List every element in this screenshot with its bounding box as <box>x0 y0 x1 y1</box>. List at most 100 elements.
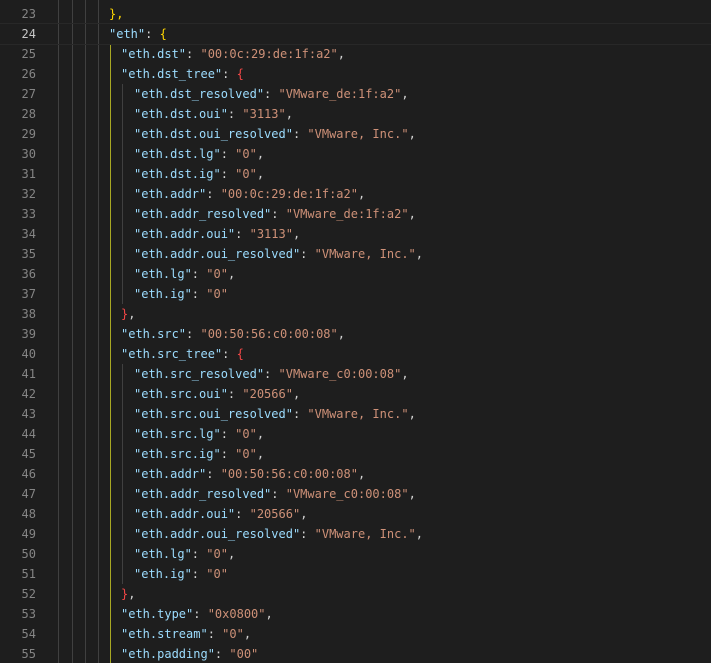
json-string: "00:50:56:c0:00:08" <box>220 467 358 481</box>
json-key: "eth.src.oui_resolved" <box>134 407 293 421</box>
line-number: 27 <box>21 87 36 101</box>
json-punctuation: : <box>222 347 237 361</box>
line-number: 51 <box>21 567 36 581</box>
json-punctuation: , <box>256 167 265 181</box>
code-text: "eth.src.ig": "0", <box>134 444 264 464</box>
line-number: 23 <box>21 7 36 21</box>
json-string: "VMware_c0:00:08" <box>285 487 409 501</box>
json-string: "0" <box>206 567 228 581</box>
json-string: "0" <box>206 547 228 561</box>
code-line[interactable]: 49 "eth.addr.oui_resolved": "VMware, Inc.… <box>0 524 711 544</box>
code-line[interactable]: 47 "eth.addr_resolved": "VMware_c0:00:08"… <box>0 484 711 504</box>
line-number: 44 <box>21 427 36 441</box>
json-key: "eth.addr" <box>134 187 207 201</box>
code-line[interactable]: 28 "eth.dst.oui": "3113", <box>0 104 711 124</box>
code-line[interactable]: 25 "eth.dst": "00:0c:29:de:1f:a2", <box>0 44 711 64</box>
json-punctuation: { <box>236 347 244 361</box>
code-line[interactable]: 24 "eth": { <box>0 23 711 45</box>
json-punctuation: : <box>292 127 308 141</box>
code-line[interactable]: 27 "eth.dst_resolved": "VMware_de:1f:a2", <box>0 84 711 104</box>
json-punctuation: : <box>220 427 236 441</box>
code-line[interactable]: 46 "eth.addr": "00:50:56:c0:00:08", <box>0 464 711 484</box>
code-line[interactable]: 50 "eth.lg": "0", <box>0 544 711 564</box>
code-line[interactable]: 35 "eth.addr.oui_resolved": "VMware, Inc.… <box>0 244 711 264</box>
json-punctuation: : <box>264 87 279 101</box>
code-line[interactable]: 31 "eth.dst.ig": "0", <box>0 164 711 184</box>
code-text: "eth.addr_resolved": "VMware_c0:00:08", <box>134 484 416 504</box>
code-text: "eth.addr.oui": "20566", <box>134 504 307 524</box>
code-line[interactable]: 38}, <box>0 304 711 324</box>
code-line[interactable]: 53 "eth.type": "0x0800", <box>0 604 711 624</box>
code-line[interactable]: 34 "eth.addr.oui": "3113", <box>0 224 711 244</box>
code-line[interactable]: 23}, <box>0 4 711 24</box>
code-line[interactable]: 40 "eth.src_tree": { <box>0 344 711 364</box>
code-line[interactable]: 33 "eth.addr_resolved": "VMware_de:1f:a2"… <box>0 204 711 224</box>
json-punctuation: : <box>220 147 236 161</box>
line-number: 50 <box>21 547 36 561</box>
code-text: "eth.src.oui": "20566", <box>134 384 300 404</box>
json-string: "0" <box>206 267 228 281</box>
code-line[interactable]: 26 "eth.dst_tree": { <box>0 64 711 84</box>
json-punctuation: , <box>128 307 136 321</box>
json-punctuation: , <box>415 247 424 261</box>
json-key: "eth.src" <box>121 327 187 341</box>
code-editor[interactable]: 23}, 24 "eth": {25 "eth.dst": "00:0c:29:de:… <box>0 0 711 663</box>
code-line[interactable]: 43 "eth.src.oui_resolved": "VMware, Inc."… <box>0 404 711 424</box>
code-text: "eth.addr": "00:50:56:c0:00:08", <box>134 464 365 484</box>
json-punctuation: , <box>415 527 424 541</box>
code-line[interactable]: 39 "eth.src": "00:50:56:c0:00:08", <box>0 324 711 344</box>
json-punctuation: , <box>408 207 416 221</box>
code-line[interactable]: 29 "eth.dst.oui_resolved": "VMware, Inc."… <box>0 124 711 144</box>
code-line[interactable]: 30 "eth.dst.lg": "0", <box>0 144 711 164</box>
json-punctuation: : <box>214 647 230 661</box>
code-text: "eth.src.lg": "0", <box>134 424 264 444</box>
code-line[interactable]: 54 "eth.stream": "0", <box>0 624 711 644</box>
json-string: "VMware, Inc." <box>307 407 409 421</box>
code-text: "eth.addr.oui_resolved": "VMware, Inc.", <box>134 524 423 544</box>
line-number: 49 <box>21 527 36 541</box>
code-text: "eth.dst_tree": { <box>121 64 244 84</box>
code-line[interactable]: 42 "eth.src.oui": "20566", <box>0 384 711 404</box>
code-line[interactable]: 32 "eth.addr": "00:0c:29:de:1f:a2", <box>0 184 711 204</box>
code-text: }, <box>121 304 135 324</box>
code-text: "eth.dst.oui": "3113", <box>134 104 293 124</box>
json-punctuation: : <box>191 567 207 581</box>
json-punctuation: : <box>235 227 250 241</box>
line-number: 29 <box>21 127 36 141</box>
json-string: "VMware, Inc." <box>314 247 416 261</box>
code-text: "eth.addr.oui_resolved": "VMware, Inc.", <box>134 244 423 264</box>
code-line[interactable]: 55 "eth.padding": "00" <box>0 644 711 663</box>
line-number: 53 <box>21 607 36 621</box>
line-number: 26 <box>21 67 36 81</box>
json-string: "00" <box>229 647 259 661</box>
code-line[interactable]: 41 "eth.src_resolved": "VMware_c0:00:08", <box>0 364 711 384</box>
code-line[interactable]: 36 "eth.lg": "0", <box>0 264 711 284</box>
json-string: "0" <box>235 147 257 161</box>
json-punctuation: : <box>300 247 315 261</box>
json-key: "eth.src_tree" <box>121 347 223 361</box>
line-number: 55 <box>21 647 36 661</box>
code-line[interactable]: 51 "eth.ig": "0" <box>0 564 711 584</box>
json-punctuation: , <box>357 467 366 481</box>
code-text: "eth.padding": "00" <box>121 644 258 663</box>
code-text: "eth.addr.oui": "3113", <box>134 224 300 244</box>
json-punctuation: , <box>337 327 345 341</box>
json-string: "VMware, Inc." <box>314 527 416 541</box>
code-line[interactable]: 45 "eth.src.ig": "0", <box>0 444 711 464</box>
code-text: "eth.dst": "00:0c:29:de:1f:a2", <box>121 44 345 64</box>
code-text: "eth.src": "00:50:56:c0:00:08", <box>121 324 345 344</box>
json-punctuation: , <box>285 107 293 121</box>
code-line[interactable]: 44 "eth.src.lg": "0", <box>0 424 711 444</box>
json-punctuation: , <box>256 427 265 441</box>
code-line[interactable]: 52}, <box>0 584 711 604</box>
code-line[interactable]: 37 "eth.ig": "0" <box>0 284 711 304</box>
json-string: "VMware_de:1f:a2" <box>285 207 409 221</box>
json-string: "0" <box>235 447 257 461</box>
json-key: "eth.addr.oui_resolved" <box>134 247 301 261</box>
json-string: "0" <box>235 427 257 441</box>
json-key: "eth.lg" <box>134 547 192 561</box>
line-number: 25 <box>21 47 36 61</box>
line-number: 45 <box>21 447 36 461</box>
json-punctuation: : <box>271 487 286 501</box>
code-line[interactable]: 48 "eth.addr.oui": "20566", <box>0 504 711 524</box>
